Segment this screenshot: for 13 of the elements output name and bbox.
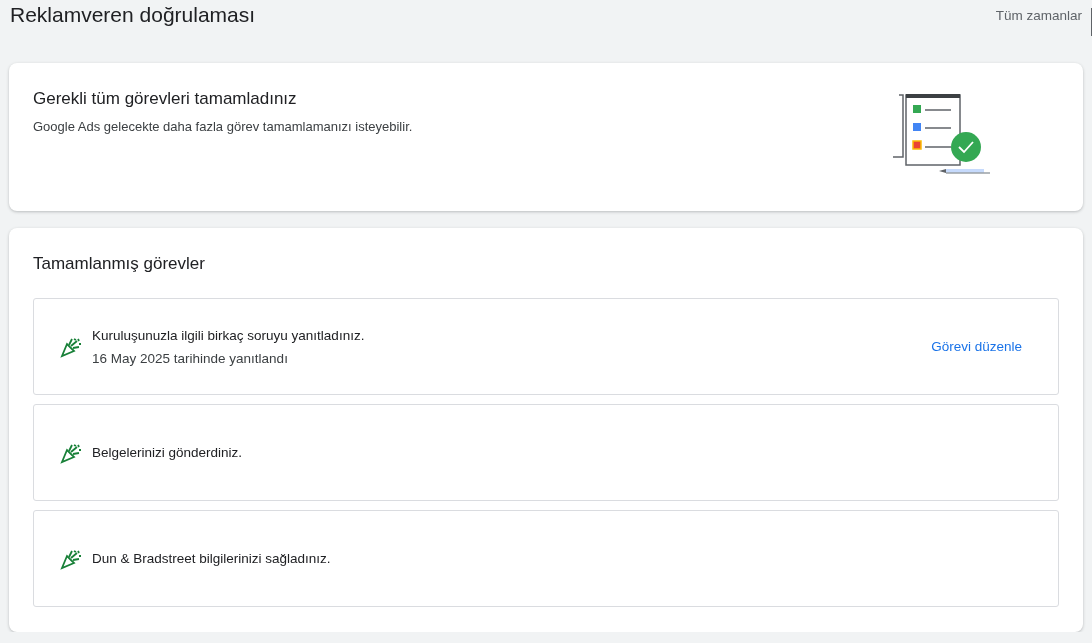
status-description: Google Ads gelecekte daha fazla görev tamamlamanızı isteyebilir.: [33, 119, 413, 134]
task-title: Dun & Bradstreet bilgilerinizi sağladınız.: [92, 551, 332, 566]
party-popper-icon: [60, 441, 82, 464]
party-popper-icon: [60, 547, 82, 570]
task-title: Kuruluşunuzla ilgili birkaç soruyu yanıtladınız.: [92, 327, 366, 343]
task-title: Belgelerinizi gönderdiniz.: [92, 445, 244, 460]
edit-task-link[interactable]: Görevi düzenle: [931, 339, 1022, 354]
task-date: 16 May 2025 tarihinde yanıtlandı: [92, 350, 289, 366]
party-popper-icon: [60, 335, 82, 358]
date-range-selector[interactable]: Tüm zamanlar: [995, 8, 1092, 36]
status-title: Gerekli tüm görevleri tamamladınız: [33, 89, 298, 109]
section-title: Tamamlanmış görevler: [33, 254, 206, 274]
page-title: Reklamveren doğrulaması: [10, 3, 256, 27]
